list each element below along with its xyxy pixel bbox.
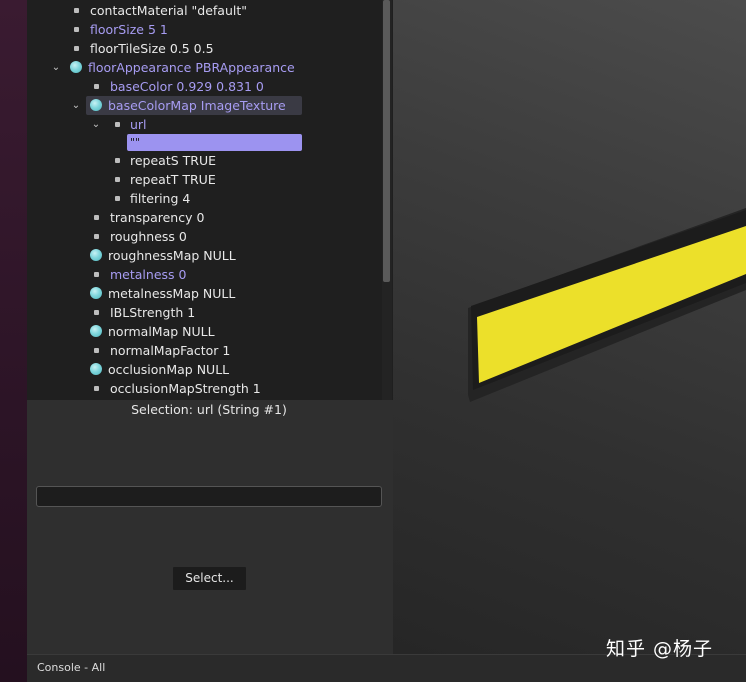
field-bullet-icon: [74, 46, 79, 51]
tree-item-label: occlusionMapStrength 1: [110, 381, 261, 396]
field-bullet-icon: [94, 348, 99, 353]
field-bullet-icon: [94, 272, 99, 277]
tree-scrollbar-thumb[interactable]: [383, 0, 390, 282]
tree-item-label: occlusionMap NULL: [108, 362, 230, 377]
tree-item-metalness[interactable]: metalness 0: [27, 265, 382, 284]
field-bullet-icon: [94, 215, 99, 220]
field-bullet-icon: [74, 27, 79, 32]
tree-item-filtering[interactable]: filtering 4: [27, 189, 382, 208]
selection-label: Selection: url (String #1): [131, 402, 287, 417]
tree-item-roughness[interactable]: roughness 0: [27, 227, 382, 246]
field-bullet-icon: [94, 234, 99, 239]
field-bullet-icon: [115, 158, 120, 163]
tree-item-baseColorMap[interactable]: ⌄ baseColorMap ImageTexture: [27, 96, 382, 115]
tree-item-occlusionMap[interactable]: occlusionMap NULL: [27, 360, 382, 379]
watermark: 知乎 @杨子: [606, 638, 714, 660]
node-sphere-icon: [90, 287, 102, 299]
tree-item-repeatS[interactable]: repeatS TRUE: [27, 151, 382, 170]
scene-render: [468, 208, 746, 402]
field-bullet-icon: [94, 84, 99, 89]
tree-item-url[interactable]: ⌄ url: [27, 115, 382, 134]
tree-item-label: repeatT TRUE: [130, 172, 216, 187]
tree-item-repeatT[interactable]: repeatT TRUE: [27, 170, 382, 189]
console-tab[interactable]: Console - All: [37, 660, 105, 676]
tree-item-label: floorAppearance PBRAppearance: [88, 60, 295, 75]
tree-item-label: floorSize 5 1: [90, 22, 168, 37]
tree-item-metalnessMap[interactable]: metalnessMap NULL: [27, 284, 382, 303]
node-sphere-icon: [70, 61, 82, 73]
tree-item-label: normalMap NULL: [108, 324, 215, 339]
tree-item-label: floorTileSize 0.5 0.5: [90, 41, 214, 56]
chevron-down-icon[interactable]: ⌄: [50, 58, 62, 77]
chevron-down-icon[interactable]: ⌄: [90, 115, 102, 134]
url-value-item[interactable]: "": [127, 134, 302, 151]
tree-item-label: roughnessMap NULL: [108, 248, 236, 263]
select-file-button[interactable]: Select...: [173, 567, 246, 590]
tree-item-transparency[interactable]: transparency 0: [27, 208, 382, 227]
tree-item-label: url: [130, 117, 147, 132]
node-sphere-icon: [90, 249, 102, 261]
field-bullet-icon: [94, 310, 99, 315]
tree-item-floorAppearance[interactable]: ⌄ floorAppearance PBRAppearance: [27, 58, 382, 77]
tree-item-normalMap[interactable]: normalMap NULL: [27, 322, 382, 341]
chevron-down-icon[interactable]: ⌄: [70, 96, 82, 115]
tree-item-label: IBLStrength 1: [110, 305, 196, 320]
field-bullet-icon: [115, 122, 120, 127]
tree-item-label: baseColor 0.929 0.831 0: [110, 79, 264, 94]
tree-item-floorSize[interactable]: floorSize 5 1: [27, 20, 382, 39]
tree-item-floorTileSize[interactable]: floorTileSize 0.5 0.5: [27, 39, 382, 58]
field-bullet-icon: [115, 196, 120, 201]
desktop-edge: [0, 0, 27, 682]
tree-item-normalMapFactor[interactable]: normalMapFactor 1: [27, 341, 382, 360]
field-bullet-icon: [74, 8, 79, 13]
tree-item-label: baseColorMap ImageTexture: [108, 98, 286, 113]
tree-item-IBLStrength[interactable]: IBLStrength 1: [27, 303, 382, 322]
tree-item-label: transparency 0: [110, 210, 205, 225]
tree-item-label: filtering 4: [130, 191, 191, 206]
tree-item-baseColor[interactable]: baseColor 0.929 0.831 0: [27, 77, 382, 96]
tree-item-roughnessMap[interactable]: roughnessMap NULL: [27, 246, 382, 265]
node-sphere-icon: [90, 99, 102, 111]
node-sphere-icon: [90, 363, 102, 375]
field-editor-panel: [27, 400, 393, 654]
tree-item-label: metalnessMap NULL: [108, 286, 236, 301]
tree-item-label: normalMapFactor 1: [110, 343, 231, 358]
3d-viewport[interactable]: [393, 0, 746, 654]
tree-item-label: roughness 0: [110, 229, 187, 244]
node-sphere-icon: [90, 325, 102, 337]
tree-item-label: repeatS TRUE: [130, 153, 217, 168]
url-value-input[interactable]: [36, 486, 382, 507]
tree-item-label: contactMaterial "default": [90, 3, 248, 18]
tree-item-occlusionMapStrength[interactable]: occlusionMapStrength 1: [27, 379, 382, 398]
field-bullet-icon: [94, 386, 99, 391]
field-bullet-icon: [115, 177, 120, 182]
tree-item-contactMaterial[interactable]: contactMaterial "default": [27, 1, 382, 20]
tree-item-label: metalness 0: [110, 267, 187, 282]
